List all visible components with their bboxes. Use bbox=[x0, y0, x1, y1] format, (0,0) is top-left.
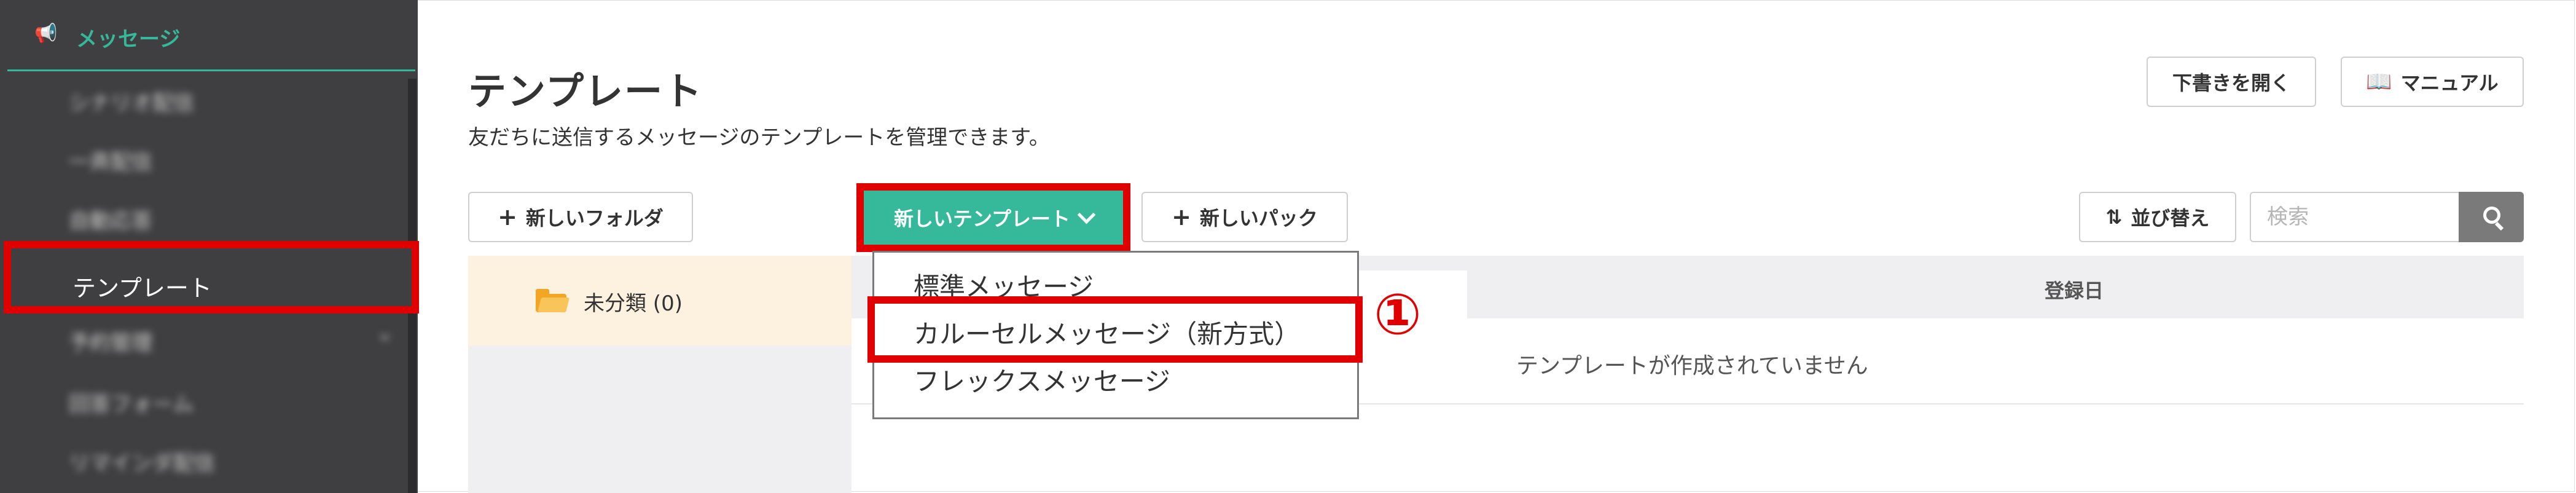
column-registered-date[interactable]: 登録日 bbox=[2045, 275, 2104, 304]
open-draft-button[interactable]: 下書きを開く bbox=[2147, 57, 2316, 107]
sidebar: 📢 メッセージ シナリオ配信 一斉配信 自動応答 テンプレート 予約管理 回答フ… bbox=[0, 0, 419, 493]
sort-button[interactable]: ⇅ 並び替え bbox=[2079, 192, 2236, 242]
folder-label: 未分類 (0) bbox=[584, 291, 683, 316]
new-folder-label: 新しいフォルダ bbox=[525, 207, 664, 230]
page-title: テンプレート bbox=[468, 69, 703, 114]
manual-button[interactable]: 📖 マニュアル bbox=[2341, 57, 2524, 107]
open-draft-label: 下書きを開く bbox=[2172, 71, 2290, 95]
sidebar-item-reservation[interactable]: 予約管理 bbox=[69, 321, 394, 356]
sidebar-item-label: テンプレート bbox=[72, 275, 212, 302]
book-icon: 📖 bbox=[2366, 69, 2392, 94]
folder-panel: 未分類 (0) bbox=[468, 256, 851, 493]
search-icon bbox=[2483, 207, 2500, 224]
manual-label: マニュアル bbox=[2400, 71, 2499, 95]
chevron-down-icon bbox=[1077, 205, 1096, 224]
search-input[interactable]: 検索 bbox=[2250, 192, 2459, 242]
sidebar-item-reminder[interactable]: リマインダ配信 bbox=[69, 446, 215, 476]
new-template-button[interactable]: 新しいテンプレート bbox=[864, 191, 1123, 245]
callout-number: ① bbox=[1374, 282, 1422, 347]
new-pack-label: 新しいパック bbox=[1199, 207, 1318, 230]
empty-message: テンプレートが作成されていません bbox=[1516, 353, 1868, 379]
sidebar-section-messages[interactable]: 📢 メッセージ bbox=[7, 0, 415, 71]
new-pack-button[interactable]: + 新しいパック bbox=[1141, 192, 1348, 242]
sidebar-item-auto-reply[interactable]: 自動応答 bbox=[69, 204, 152, 234]
new-folder-button[interactable]: + 新しいフォルダ bbox=[468, 192, 693, 242]
folder-item-uncategorized[interactable]: 未分類 (0) bbox=[468, 256, 851, 345]
sidebar-item-scenario[interactable]: シナリオ配信 bbox=[69, 86, 194, 116]
sort-icon: ⇅ bbox=[2105, 205, 2123, 229]
folder-open-icon bbox=[536, 289, 570, 312]
new-template-highlight: 新しいテンプレート bbox=[856, 183, 1130, 252]
search-button[interactable] bbox=[2459, 192, 2524, 242]
sidebar-item-form[interactable]: 回答フォーム bbox=[69, 387, 194, 417]
megaphone-icon: 📢 bbox=[34, 23, 58, 44]
new-template-label: 新しいテンプレート bbox=[893, 207, 1071, 231]
menu-item-flex-message[interactable]: フレックスメッセージ bbox=[914, 361, 1170, 398]
plus-icon: + bbox=[498, 203, 517, 231]
sort-label: 並び替え bbox=[2131, 207, 2210, 230]
sidebar-section-label: メッセージ bbox=[76, 27, 181, 52]
sidebar-item-broadcast[interactable]: 一斉配信 bbox=[69, 145, 152, 175]
carousel-highlight-box bbox=[867, 296, 1363, 363]
plus-icon: + bbox=[1172, 203, 1191, 231]
sidebar-item-template[interactable]: テンプレート bbox=[4, 241, 419, 314]
page-subtitle: 友だちに送信するメッセージのテンプレートを管理できます。 bbox=[468, 125, 1050, 150]
